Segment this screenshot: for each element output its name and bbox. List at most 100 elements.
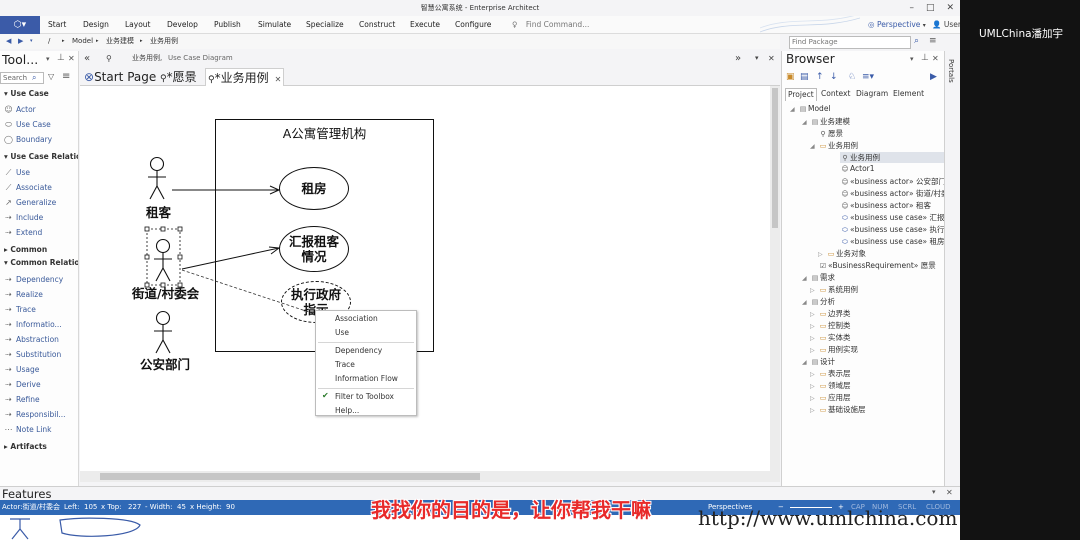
close-icon[interactable]: ✕ — [768, 51, 775, 66]
toolbox-item-actor[interactable]: ☺ Actor — [4, 105, 35, 114]
toolbox-item-information-flow[interactable]: ⇢ Informatio... — [5, 320, 62, 329]
expanded-icon[interactable]: ◢ — [790, 106, 798, 113]
tree-item[interactable]: ⬭«business use case» 汇报租客情况 — [840, 212, 944, 223]
minimize-icon[interactable]: – — [909, 0, 914, 16]
tree-item[interactable]: ▷ ▭ 系统用例 — [810, 284, 858, 295]
tab-diagram[interactable]: Diagram — [854, 88, 890, 101]
menu-item-dependency[interactable]: Dependency — [335, 346, 382, 355]
toolbox-item-substitution[interactable]: ⇢ Substitution — [5, 350, 61, 359]
move-down-icon[interactable]: ↓ — [830, 72, 838, 82]
expanded-icon[interactable]: ◢ — [802, 119, 810, 126]
vertical-scrollbar[interactable] — [770, 86, 780, 482]
menu-design[interactable]: Design — [83, 16, 109, 34]
forward-icon[interactable]: ▶ — [18, 34, 23, 49]
tab-project[interactable]: Project — [785, 88, 817, 101]
tree-item[interactable]: ◢ ▤ Model — [790, 104, 831, 113]
toolbox-item-dependency[interactable]: ⇢ Dependency — [5, 275, 63, 284]
tree-item[interactable]: ▷ ▭ 业务对象 — [818, 248, 866, 259]
maximize-icon[interactable]: □ — [926, 0, 935, 16]
menu-develop[interactable]: Develop — [167, 16, 198, 34]
expanded-icon[interactable]: ◢ — [810, 143, 818, 150]
tree-item[interactable]: ◢ ▤ 分析 — [802, 296, 835, 307]
tab-start-page[interactable]: ⊗Start Page — [82, 68, 158, 86]
menu-item-help[interactable]: Help... — [335, 406, 359, 415]
collapse-right-icon[interactable]: » — [735, 51, 741, 66]
history-chevron-icon[interactable]: ▾ — [30, 34, 33, 49]
tree-item[interactable]: ▷ ▭ 表示层 — [810, 368, 851, 379]
chevron-down-icon[interactable]: ▾ — [932, 488, 936, 496]
tree-item[interactable]: ☑ «BusinessRequirement» 愿景 — [818, 260, 936, 271]
close-icon[interactable]: ✕ — [275, 75, 282, 84]
close-icon[interactable]: ✕ — [946, 488, 953, 497]
toolbox-group-artifacts[interactable]: ▸ Artifacts — [4, 442, 47, 451]
search-icon[interactable]: ⌕ — [32, 73, 36, 83]
chevron-down-icon[interactable]: ▾ — [923, 22, 926, 29]
menu-item-information-flow[interactable]: Information Flow — [335, 374, 398, 383]
tree-item[interactable]: ▷ ▭ 控制类 — [810, 320, 851, 331]
locate-icon[interactable]: ♘ — [848, 72, 856, 82]
list-icon[interactable]: ≡▾ — [862, 72, 874, 82]
tree-item[interactable]: ◢ ▤ 需求 — [802, 272, 835, 283]
toolbox-item-refine[interactable]: ⇢ Refine — [5, 395, 39, 404]
toolbox-group-use-case[interactable]: ▾ Use Case — [4, 89, 49, 98]
collapse-left-icon[interactable]: « — [84, 51, 90, 66]
menu-layout[interactable]: Layout — [125, 16, 151, 34]
tree-item[interactable]: ☺«business actor» 公安部门 — [840, 176, 944, 187]
close-icon[interactable]: ✕ — [946, 0, 954, 16]
new-element-icon[interactable]: ▤ — [800, 72, 809, 82]
close-icon[interactable]: ✕ — [68, 54, 75, 63]
horizontal-scroll-thumb[interactable] — [100, 473, 480, 480]
pin-icon[interactable]: ⊥ — [57, 53, 65, 63]
pin-icon[interactable]: ⊥ — [921, 53, 929, 63]
collapsed-icon[interactable]: ▷ — [810, 347, 818, 354]
toolbox-search-input[interactable]: Search — [0, 72, 44, 84]
collapsed-icon[interactable]: ▷ — [810, 371, 818, 378]
menu-item-filter-to-toolbox[interactable]: Filter to Toolbox — [335, 392, 394, 401]
collapsed-icon[interactable]: ▷ — [810, 383, 818, 390]
use-case-report-tenant[interactable]: 汇报租客情况 — [279, 226, 349, 272]
toolbox-item-note-link[interactable]: ⋯ Note Link — [5, 425, 52, 434]
vertical-scroll-thumb[interactable] — [772, 88, 778, 228]
new-package-icon[interactable]: ▣ — [786, 72, 795, 82]
user-button[interactable]: User — [944, 20, 960, 29]
tree-item[interactable]: ☺Actor1 — [840, 164, 874, 173]
menu-simulate[interactable]: Simulate — [258, 16, 291, 34]
horizontal-scrollbar[interactable] — [80, 471, 770, 482]
tree-item[interactable]: ▷ ▭ 实体类 — [810, 332, 851, 343]
collapsed-icon[interactable]: ▷ — [810, 287, 818, 294]
toolbox-item-extend[interactable]: ⇢ Extend — [5, 228, 42, 237]
toolbox-item-boundary[interactable]: ◯ Boundary — [4, 135, 52, 144]
toolbox-item-generalize[interactable]: ↗ Generalize — [5, 198, 56, 207]
menu-execute[interactable]: Execute — [410, 16, 440, 34]
tree-item[interactable]: ☺«business actor» 街道/村委会 — [840, 188, 944, 199]
menu-specialize[interactable]: Specialize — [306, 16, 344, 34]
toolbox-item-abstraction[interactable]: ⇢ Abstraction — [5, 335, 59, 344]
play-icon[interactable]: ▶ — [930, 72, 937, 82]
breadcrumb-item[interactable]: 业务用例 — [150, 34, 178, 49]
hamburger-icon[interactable]: ≡ — [62, 71, 70, 82]
collapsed-icon[interactable]: ▷ — [818, 251, 826, 258]
app-menu-button[interactable]: ⬡▾ — [0, 16, 40, 34]
collapsed-icon[interactable]: ▷ — [810, 311, 818, 318]
hamburger-icon[interactable]: ≡ — [929, 36, 937, 46]
tree-item[interactable]: ◢ ▤ 设计 — [802, 356, 835, 367]
breadcrumb-item[interactable]: Model — [72, 34, 93, 49]
tab-element[interactable]: Element — [891, 88, 926, 101]
collapsed-icon[interactable]: ▷ — [810, 407, 818, 414]
portals-sidebar[interactable]: Portals — [944, 51, 960, 486]
menu-item-association[interactable]: Association — [335, 314, 378, 323]
toolbox-item-use[interactable]: ⟋ Use — [6, 168, 30, 177]
close-icon[interactable]: ✕ — [932, 54, 939, 63]
collapsed-icon[interactable]: ▷ — [810, 335, 818, 342]
chevron-down-icon[interactable]: ▾ — [910, 55, 914, 63]
collapsed-icon[interactable]: ▷ — [810, 323, 818, 330]
tree-item[interactable]: ▷ ▭ 边界类 — [810, 308, 851, 319]
search-icon[interactable]: ⌕ — [914, 36, 919, 46]
expanded-icon[interactable]: ◢ — [802, 299, 810, 306]
find-package-input[interactable]: Find Package — [789, 36, 911, 49]
tab-context[interactable]: Context — [819, 88, 852, 101]
collapsed-icon[interactable]: ▷ — [810, 395, 818, 402]
menu-configure[interactable]: Configure — [455, 16, 491, 34]
perspective-button[interactable]: Perspective — [877, 20, 920, 29]
toolbox-item-realize[interactable]: ⇢ Realize — [5, 290, 43, 299]
